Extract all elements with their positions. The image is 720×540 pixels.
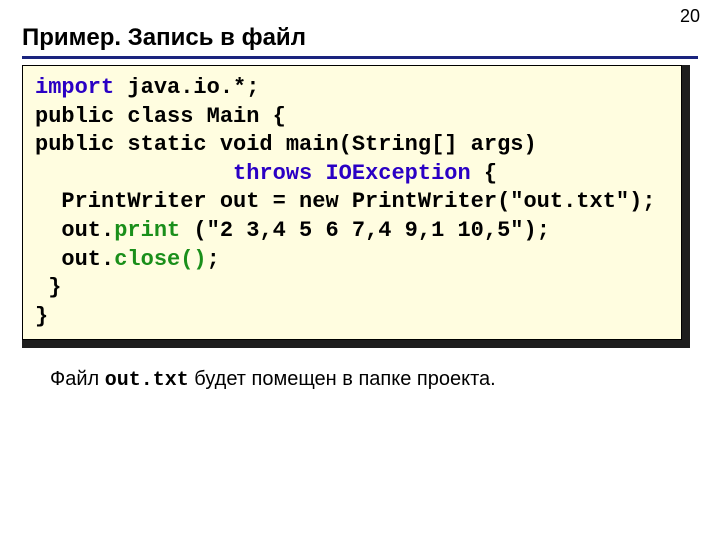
code-text: PrintWriter out = new PrintWriter("out.t…: [35, 189, 656, 214]
code-text: java.io.*;: [114, 75, 259, 100]
code-block: import java.io.*; public class Main { pu…: [22, 65, 682, 340]
caption: Файл out.txt будет помещен в папке проек…: [50, 368, 698, 392]
code-text: public class Main {: [35, 104, 286, 129]
code-text: ;: [207, 247, 220, 272]
code-text: public static void main(String[] args): [35, 132, 537, 157]
slide-title: Пример. Запись в файл: [22, 24, 698, 59]
code-text: out.: [35, 247, 114, 272]
code-call-close: close(): [114, 247, 206, 272]
code-text: {: [471, 161, 497, 186]
code-keyword-import: import: [35, 75, 114, 100]
code-keyword-throws: throws IOException: [233, 161, 471, 186]
slide: 20 Пример. Запись в файл import java.io.…: [0, 0, 720, 540]
code-text: out.: [35, 218, 114, 243]
code-shadow: import java.io.*; public class Main { pu…: [22, 65, 690, 348]
code-call-print: print: [114, 218, 180, 243]
code-text: }: [35, 275, 61, 300]
code-indent: [35, 161, 233, 186]
code-text: ("2 3,4 5 6 7,4 9,1 10,5");: [180, 218, 550, 243]
caption-post: будет помещен в папке проекта.: [189, 368, 496, 390]
page-number: 20: [680, 6, 700, 27]
caption-pre: Файл: [50, 368, 105, 390]
caption-filename: out.txt: [105, 369, 189, 392]
code-text: }: [35, 304, 48, 329]
